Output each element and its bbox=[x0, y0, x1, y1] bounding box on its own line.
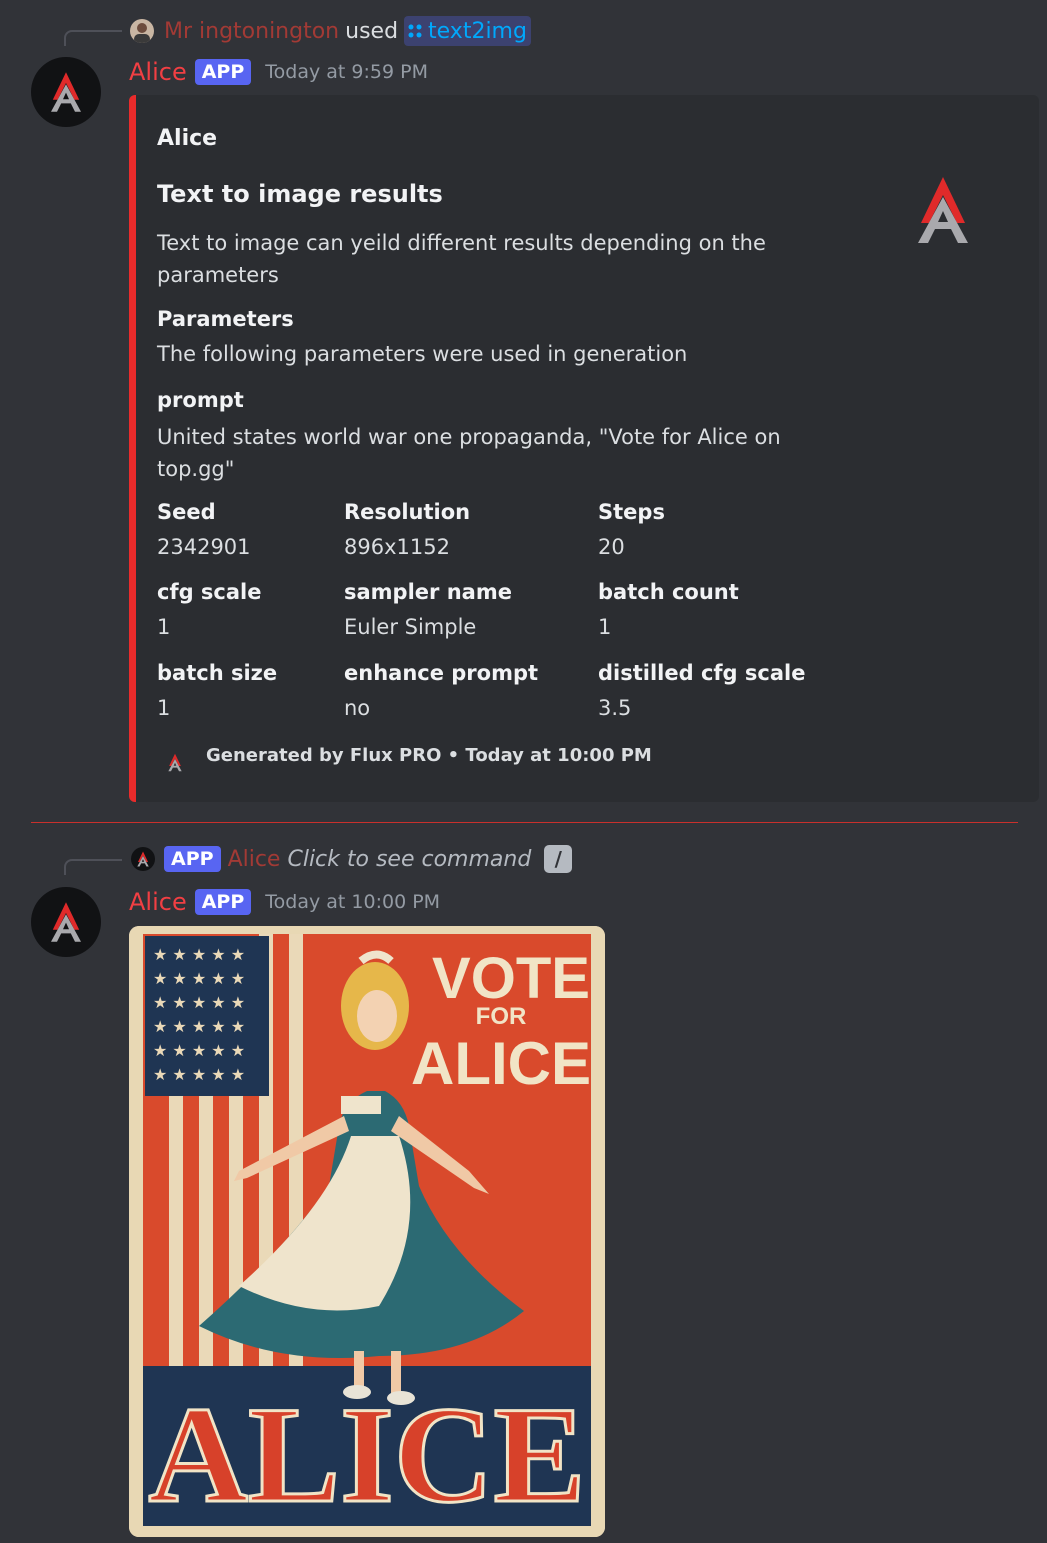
field-name-batch-count: batch count bbox=[598, 580, 739, 604]
svg-text:★ ★ ★ ★ ★: ★ ★ ★ ★ ★ bbox=[153, 1017, 245, 1036]
field-value-cfg-scale: 1 bbox=[157, 615, 171, 639]
embed: Alice Text to image results Text to imag… bbox=[129, 95, 1039, 802]
field-name-sampler: sampler name bbox=[344, 580, 512, 604]
footer-logo-icon bbox=[167, 753, 183, 772]
embed-description: Text to image can yeild different result… bbox=[157, 231, 766, 287]
svg-text:★ ★ ★ ★ ★: ★ ★ ★ ★ ★ bbox=[153, 969, 245, 988]
reply-bot-avatar[interactable] bbox=[131, 847, 155, 871]
bot-avatar[interactable] bbox=[31, 887, 101, 957]
embed-thumbnail-logo-icon bbox=[913, 175, 973, 245]
field-value-batch-size: 1 bbox=[157, 696, 171, 720]
field-value-distilled-cfg: 3.5 bbox=[598, 696, 632, 720]
field-value-resolution: 896x1152 bbox=[344, 535, 450, 559]
alice-logo-icon bbox=[48, 901, 84, 943]
poster-headline-top: VOTE bbox=[432, 946, 590, 1011]
field-name-cfg-scale: cfg scale bbox=[157, 580, 262, 604]
apps-icon bbox=[408, 24, 422, 38]
slash-command-icon[interactable]: / bbox=[544, 845, 573, 873]
field-name-resolution: Resolution bbox=[344, 500, 471, 524]
reply-username[interactable]: Mr ingtonington bbox=[164, 19, 339, 44]
app-badge: APP bbox=[194, 889, 252, 915]
reply-connector bbox=[64, 30, 122, 46]
reply-username[interactable]: Alice bbox=[228, 847, 281, 872]
field-value-enhance-prompt: no bbox=[344, 696, 371, 720]
poster-big-name: ALICE bbox=[148, 1378, 585, 1531]
svg-text:★ ★ ★ ★ ★: ★ ★ ★ ★ ★ bbox=[153, 945, 245, 964]
field-name-seed: Seed bbox=[157, 500, 216, 524]
reply-verb: used bbox=[345, 18, 399, 44]
user-avatar-icon bbox=[134, 23, 150, 43]
embed-author: Alice bbox=[157, 126, 218, 151]
command-name[interactable]: text2img bbox=[428, 19, 527, 44]
generated-image[interactable]: ★ ★ ★ ★ ★ ★ ★ ★ ★ ★ ★ ★ ★ ★ ★ ★ ★ ★ ★ ★ … bbox=[129, 926, 605, 1537]
field-name-steps: Steps bbox=[598, 500, 665, 524]
svg-text:★ ★ ★ ★ ★: ★ ★ ★ ★ ★ bbox=[153, 1065, 245, 1084]
reply-reference: APP Alice Click to see command / bbox=[164, 845, 573, 873]
svg-text:★ ★ ★ ★ ★: ★ ★ ★ ★ ★ bbox=[153, 1041, 245, 1060]
parameters-heading: Parameters bbox=[157, 307, 294, 331]
new-messages-divider bbox=[31, 822, 1018, 823]
field-value-batch-count: 1 bbox=[598, 615, 612, 639]
user-avatar[interactable] bbox=[130, 19, 154, 43]
embed-title: Text to image results bbox=[157, 180, 443, 208]
parameters-text: The following parameters were used in ge… bbox=[157, 342, 688, 366]
field-name-enhance-prompt: enhance prompt bbox=[344, 661, 539, 685]
field-value-seed: 2342901 bbox=[157, 535, 251, 559]
message-header: Alice APP Today at 9:59 PM bbox=[129, 58, 428, 86]
app-badge: APP bbox=[194, 59, 252, 85]
click-to-see-command[interactable]: Click to see command bbox=[287, 847, 531, 872]
svg-text:★ ★ ★ ★ ★: ★ ★ ★ ★ ★ bbox=[153, 993, 245, 1012]
field-value-sampler: Euler Simple bbox=[344, 615, 477, 639]
author-name[interactable]: Alice bbox=[129, 888, 187, 916]
app-badge: APP bbox=[164, 846, 221, 872]
message-timestamp[interactable]: Today at 9:59 PM bbox=[265, 61, 428, 83]
bot-avatar[interactable] bbox=[31, 57, 101, 127]
message-timestamp[interactable]: Today at 10:00 PM bbox=[265, 891, 440, 913]
field-name-distilled-cfg: distilled cfg scale bbox=[598, 661, 806, 685]
embed-footer: Generated by Flux PRO • Today at 10:00 P… bbox=[206, 745, 652, 766]
reply-connector bbox=[64, 859, 122, 875]
prompt-heading: prompt bbox=[157, 388, 244, 412]
author-name[interactable]: Alice bbox=[129, 58, 187, 86]
field-value-steps: 20 bbox=[598, 535, 625, 559]
poster-illustration: ★ ★ ★ ★ ★ ★ ★ ★ ★ ★ ★ ★ ★ ★ ★ ★ ★ ★ ★ ★ … bbox=[129, 926, 605, 1537]
alice-logo-icon bbox=[136, 851, 150, 867]
poster-headline-mid: FOR bbox=[476, 1003, 527, 1030]
command-mention[interactable]: text2img bbox=[404, 16, 531, 46]
field-name-batch-size: batch size bbox=[157, 661, 278, 685]
reply-reference: Mr ingtonington used text2img bbox=[164, 16, 531, 46]
alice-logo-icon bbox=[48, 71, 84, 113]
prompt-text: United states world war one propaganda, … bbox=[157, 425, 781, 481]
poster-headline-bottom: ALICE bbox=[411, 1030, 591, 1097]
message-header: Alice APP Today at 10:00 PM bbox=[129, 888, 440, 916]
